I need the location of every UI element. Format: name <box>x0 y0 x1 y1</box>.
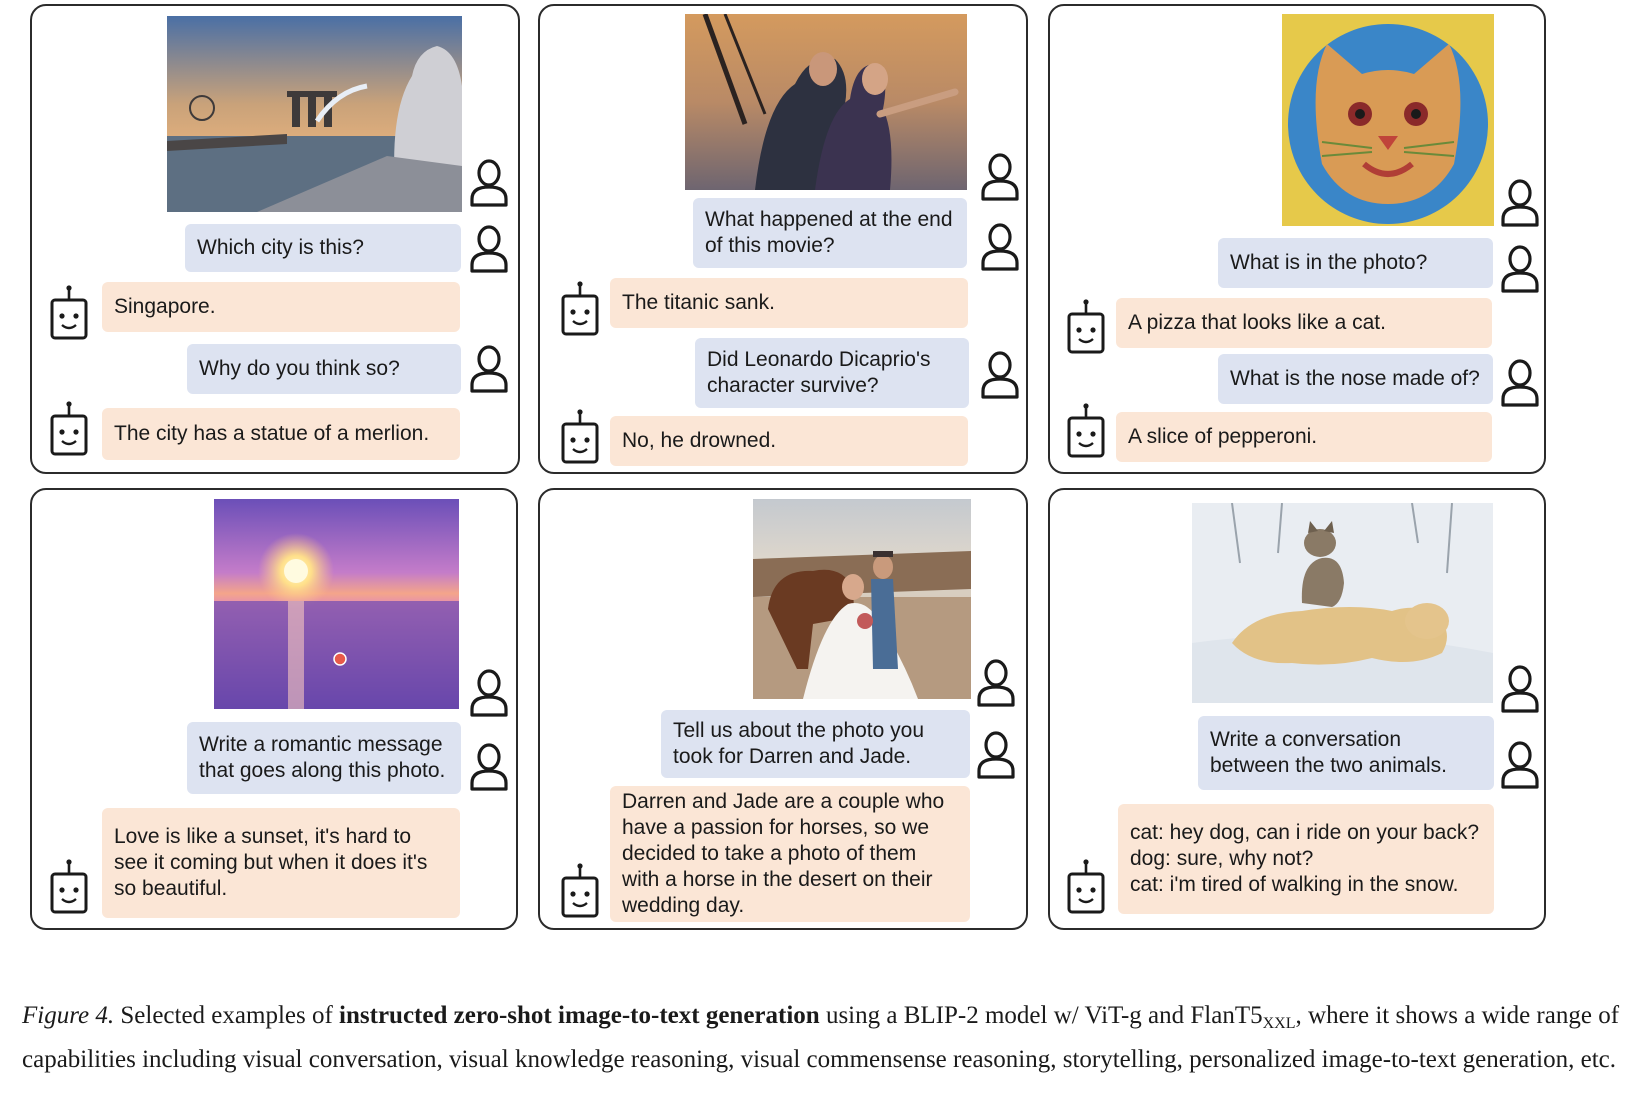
user-outline-icon <box>469 158 509 208</box>
panel-merlion: Which city is this? Singapore. Why do yo… <box>30 4 520 474</box>
user-outline-icon <box>469 742 509 792</box>
user-message: What is the nose made of? <box>1218 354 1493 404</box>
bot-message: No, he drowned. <box>610 416 968 466</box>
user-message: Write a romantic message that goes along… <box>187 722 461 794</box>
robot-face-icon <box>1066 298 1106 356</box>
panel-titanic: What happened at the end of this movie? … <box>538 4 1028 474</box>
user-message: What is in the photo? <box>1218 238 1493 288</box>
user-outline-icon <box>1500 178 1540 228</box>
ocean-sunset-photo <box>214 499 459 709</box>
robot-face-icon <box>49 400 89 458</box>
bot-message: Singapore. <box>102 282 460 332</box>
caption-text: using a BLIP-2 model w/ ViT-g and FlanT5 <box>819 1002 1263 1029</box>
robot-face-icon <box>1066 858 1106 916</box>
bot-message: Darren and Jade are a couple who have a … <box>610 786 970 922</box>
bot-message: The city has a statue of a merlion. <box>102 408 460 460</box>
robot-face-icon <box>560 862 600 920</box>
user-message: What happened at the end of this movie? <box>693 198 967 268</box>
panel-sunset: Write a romantic message that goes along… <box>30 488 518 930</box>
user-outline-icon <box>469 224 509 274</box>
user-message: Why do you think so? <box>187 344 461 394</box>
bot-message: Love is like a sunset, it's hard to see … <box>102 808 460 918</box>
user-outline-icon <box>1500 740 1540 790</box>
caption-text: Selected examples of <box>114 1002 340 1029</box>
cat-riding-dog-snow-photo <box>1192 503 1493 703</box>
user-message: Did Leonardo Dicaprio's character surviv… <box>695 338 969 408</box>
user-message: Write a conversation between the two ani… <box>1198 716 1494 790</box>
user-outline-icon <box>976 730 1016 780</box>
user-outline-icon <box>469 344 509 394</box>
panel-wedding: Tell us about the photo you took for Dar… <box>538 488 1028 930</box>
user-outline-icon <box>1500 664 1540 714</box>
robot-face-icon <box>560 408 600 466</box>
bot-message: cat: hey dog, can i ride on your back? d… <box>1118 804 1494 914</box>
user-outline-icon <box>1500 244 1540 294</box>
bot-message: The titanic sank. <box>610 278 968 328</box>
robot-face-icon <box>49 858 89 916</box>
user-outline-icon <box>980 222 1020 272</box>
caption-subscript: XXL <box>1262 1015 1296 1032</box>
robot-face-icon <box>1066 402 1106 460</box>
user-outline-icon <box>1500 358 1540 408</box>
figure-caption: Figure 4. Selected examples of instructe… <box>22 998 1632 1078</box>
user-outline-icon <box>976 658 1016 708</box>
bot-message: A pizza that looks like a cat. <box>1116 298 1492 348</box>
bot-message: A slice of pepperoni. <box>1116 412 1492 462</box>
cat-face-pizza-photo <box>1282 14 1494 226</box>
caption-bold-text: instructed zero-shot image-to-text gener… <box>339 1002 820 1029</box>
robot-face-icon <box>560 280 600 338</box>
user-message: Tell us about the photo you took for Dar… <box>661 710 970 778</box>
user-outline-icon <box>980 350 1020 400</box>
panel-cat-dog-snow: Write a conversation between the two ani… <box>1048 488 1546 930</box>
user-message: Which city is this? <box>185 224 461 272</box>
figure-label: Figure 4. <box>22 1002 115 1029</box>
wedding-couple-horse-desert-photo <box>753 499 971 699</box>
merlion-singapore-photo <box>167 16 462 212</box>
user-outline-icon <box>980 152 1020 202</box>
panel-cat-pizza: What is in the photo? A pizza that looks… <box>1048 4 1546 474</box>
user-outline-icon <box>469 668 509 718</box>
titanic-movie-still <box>685 14 967 190</box>
robot-face-icon <box>49 284 89 342</box>
